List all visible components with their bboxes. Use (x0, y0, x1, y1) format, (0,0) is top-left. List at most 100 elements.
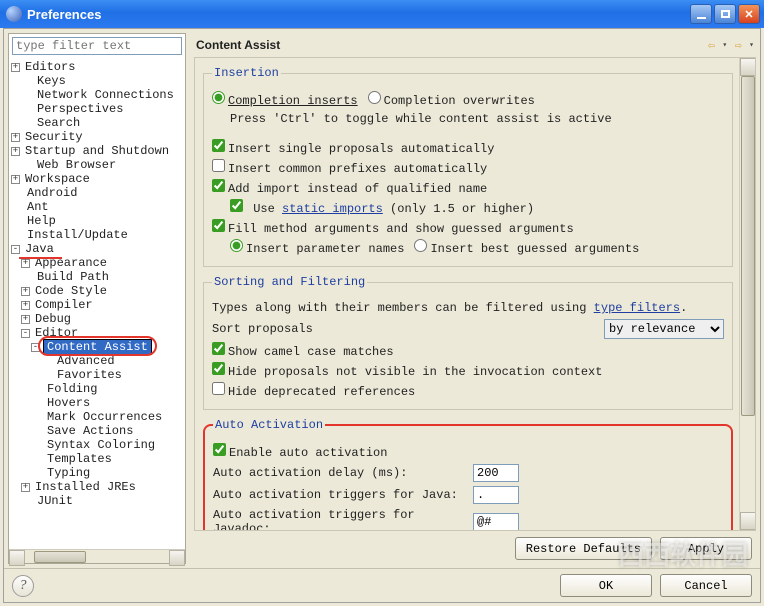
insert-single-proposals-checkbox[interactable]: Insert single proposals automatically (212, 139, 494, 156)
tree-item[interactable]: Android (11, 186, 185, 200)
show-camel-case-checkbox[interactable]: Show camel case matches (212, 342, 394, 359)
sort-proposals-select[interactable]: by relevance (604, 319, 724, 339)
window-close-button[interactable] (738, 4, 760, 24)
expand-icon[interactable]: + (21, 259, 30, 268)
tree-item-label: Startup and Shutdown (23, 144, 171, 158)
tree-item[interactable]: Folding (11, 382, 185, 396)
tree-item[interactable]: +Debug (11, 312, 185, 326)
expand-icon[interactable]: + (21, 287, 30, 296)
tree-item[interactable]: Hovers (11, 396, 185, 410)
help-icon[interactable]: ? (12, 575, 34, 597)
hide-deprecated-checkbox[interactable]: Hide deprecated references (212, 382, 415, 399)
add-import-checkbox[interactable]: Add import instead of qualified name (212, 179, 487, 196)
restore-defaults-button[interactable]: Restore Defaults (515, 537, 652, 560)
tree-item[interactable]: Favorites (11, 368, 185, 382)
tree-item[interactable]: Save Actions (11, 424, 185, 438)
tree-item[interactable]: -Content Assist (11, 340, 185, 354)
tree-item[interactable]: +Workspace (11, 172, 185, 186)
tree-item[interactable]: +Compiler (11, 298, 185, 312)
hide-invocation-checkbox[interactable]: Hide proposals not visible in the invoca… (212, 362, 602, 379)
expand-icon[interactable]: + (11, 175, 20, 184)
tree-item[interactable]: +Startup and Shutdown (11, 144, 185, 158)
sort-proposals-label: Sort proposals (212, 322, 313, 336)
tree-item[interactable]: Build Path (11, 270, 185, 284)
expand-icon[interactable]: + (21, 315, 30, 324)
tree-item[interactable]: Ant (11, 200, 185, 214)
triggers-java-label: Auto activation triggers for Java: (213, 488, 473, 502)
forward-arrow-icon[interactable] (731, 38, 745, 52)
insert-parameter-names-radio[interactable]: Insert parameter names (230, 239, 404, 256)
tree-item[interactable]: Install/Update (11, 228, 185, 242)
filter-input[interactable] (12, 37, 182, 55)
tree-item[interactable]: +Installed JREs (11, 480, 185, 494)
tree-item-label: Code Style (33, 284, 109, 298)
collapse-icon[interactable]: - (31, 343, 40, 352)
ok-button[interactable]: OK (560, 574, 652, 597)
tree-item[interactable]: Help (11, 214, 185, 228)
completion-overwrites-radio[interactable]: Completion overwrites (368, 91, 535, 108)
content-vscrollbar[interactable] (739, 58, 755, 530)
tree-item-label: Hovers (45, 396, 92, 410)
tree-item[interactable]: +Code Style (11, 284, 185, 298)
scrollbar-thumb[interactable] (741, 76, 755, 416)
collapse-icon[interactable]: - (11, 245, 20, 254)
expand-icon[interactable]: + (11, 133, 20, 142)
insert-best-guessed-radio[interactable]: Insert best guessed arguments (414, 239, 639, 256)
insertion-group: Insertion Completion inserts Completion … (203, 66, 733, 267)
tree-hscrollbar[interactable] (9, 549, 185, 563)
auto-delay-input[interactable] (473, 464, 519, 482)
tree-item[interactable]: Templates (11, 452, 185, 466)
tree-item-label: Workspace (23, 172, 92, 186)
tree-item-label: Android (25, 186, 79, 200)
tree-item[interactable]: Web Browser (11, 158, 185, 172)
tree-item[interactable]: Syntax Coloring (11, 438, 185, 452)
type-filters-link[interactable]: type filters (594, 301, 680, 315)
preference-tree[interactable]: +EditorsKeysNetwork ConnectionsPerspecti… (9, 58, 185, 549)
tree-item[interactable]: -Editor (11, 326, 185, 340)
tree-item[interactable]: +Appearance (11, 256, 185, 270)
triggers-javadoc-label: Auto activation triggers for Javadoc: (213, 508, 473, 531)
tree-item-label: Build Path (35, 270, 111, 284)
titlebar[interactable]: Preferences (0, 0, 764, 28)
tree-item[interactable]: Perspectives (11, 102, 185, 116)
tree-item[interactable]: +Editors (11, 60, 185, 74)
tree-item[interactable]: Network Connections (11, 88, 185, 102)
expand-icon[interactable]: + (21, 301, 30, 310)
tree-item-label: Favorites (55, 368, 124, 382)
tree-item-label: Perspectives (35, 102, 125, 116)
triggers-java-input[interactable] (473, 486, 519, 504)
type-filters-note: Types along with their members can be fi… (212, 301, 687, 315)
use-static-imports-checkbox[interactable]: Use static imports (only 1.5 or higher) (230, 199, 534, 216)
tree-item[interactable]: Search (11, 116, 185, 130)
completion-inserts-radio[interactable]: Completion inserts (212, 91, 358, 108)
expand-icon[interactable]: + (11, 63, 20, 72)
tree-item[interactable]: JUnit (11, 494, 185, 508)
window-minimize-button[interactable] (690, 4, 712, 24)
tree-item[interactable]: Advanced (11, 354, 185, 368)
scrollbar-thumb[interactable] (34, 551, 86, 563)
tree-item[interactable]: Keys (11, 74, 185, 88)
forward-dropdown-icon[interactable]: ▾ (749, 40, 754, 50)
auto-delay-label: Auto activation delay (ms): (213, 466, 473, 480)
back-arrow-icon[interactable] (704, 38, 718, 52)
sorting-legend: Sorting and Filtering (212, 275, 367, 289)
tree-item-label: Save Actions (45, 424, 135, 438)
fill-method-arguments-checkbox[interactable]: Fill method arguments and show guessed a… (212, 219, 574, 236)
apply-button[interactable]: Apply (660, 537, 752, 560)
tree-item[interactable]: +Security (11, 130, 185, 144)
expand-icon[interactable]: + (11, 147, 20, 156)
static-imports-link[interactable]: static imports (282, 202, 383, 216)
triggers-javadoc-input[interactable] (473, 513, 519, 531)
enable-auto-activation-checkbox[interactable]: Enable auto activation (213, 443, 387, 460)
tree-item[interactable]: Typing (11, 466, 185, 480)
tree-item[interactable]: Mark Occurrences (11, 410, 185, 424)
back-dropdown-icon[interactable]: ▾ (722, 40, 727, 50)
expand-icon[interactable]: + (21, 483, 30, 492)
window-maximize-button[interactable] (714, 4, 736, 24)
sash[interactable] (188, 29, 192, 568)
insert-common-prefixes-checkbox[interactable]: Insert common prefixes automatically (212, 159, 487, 176)
collapse-icon[interactable]: - (21, 329, 30, 338)
tree-item[interactable]: -Java (11, 242, 185, 256)
cancel-button[interactable]: Cancel (660, 574, 752, 597)
tree-item-label: Mark Occurrences (45, 410, 164, 424)
